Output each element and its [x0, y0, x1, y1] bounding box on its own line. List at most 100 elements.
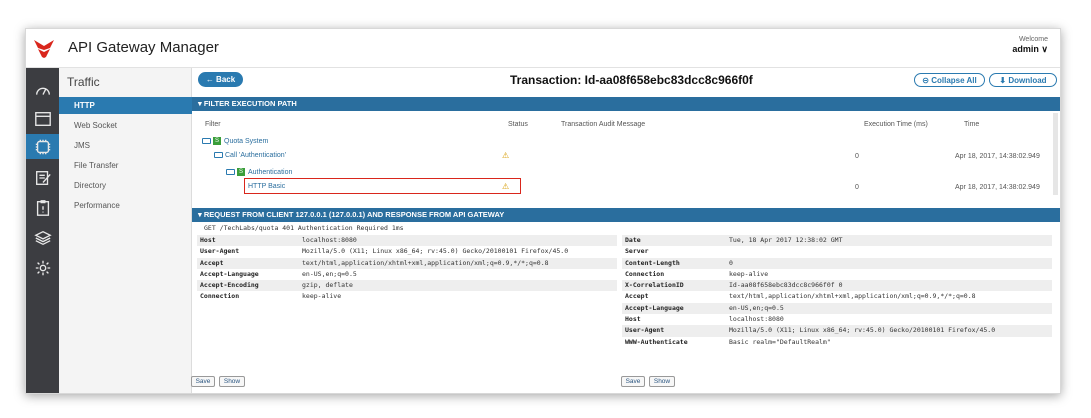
- header-key: User-Agent: [200, 247, 240, 256]
- table-row: Connection keep-alive: [622, 269, 1052, 280]
- folder-icon: [214, 152, 223, 159]
- user-menu[interactable]: admin ∨: [1012, 44, 1048, 55]
- header-value: localhost:8080: [729, 315, 784, 324]
- filter-scrollbar[interactable]: [1053, 113, 1058, 195]
- brand-logo-icon: [34, 40, 54, 58]
- window-icon[interactable]: [30, 106, 55, 131]
- header-value: keep-alive: [302, 292, 342, 301]
- table-row: Date Tue, 18 Apr 2017 12:38:02 GMT: [622, 235, 1052, 247]
- app-window: API Gateway Manager Welcome admin ∨ Traf…: [25, 28, 1061, 394]
- col-exec-time: Execution Time (ms): [864, 121, 928, 128]
- header-value: text/html,application/xhtml+xml,applicat…: [729, 292, 976, 301]
- table-row: Host localhost:8080: [197, 235, 617, 247]
- table-row: Connection keep-alive: [197, 291, 617, 302]
- header-key: Date: [625, 236, 641, 244]
- folder-icon: [202, 138, 211, 144]
- filter-icon: S: [213, 137, 221, 145]
- subnav-item-file-transfer[interactable]: File Transfer: [59, 157, 192, 174]
- tree-row-label: Quota System: [224, 137, 269, 145]
- table-row: Accept-Language en-US,en;q=0.5: [622, 302, 1052, 315]
- col-status: Status: [508, 121, 528, 128]
- request-response-header[interactable]: ▾ REQUEST FROM CLIENT 127.0.0.1 (127.0.0…: [192, 208, 1060, 222]
- dashboard-icon[interactable]: [30, 78, 55, 103]
- icon-sidebar: [26, 68, 59, 393]
- table-row: Content-Length 0: [622, 257, 1052, 269]
- header-value: gzip, deflate: [302, 281, 353, 290]
- table-row: X-CorrelationID Id-aa08f658ebc83dcc8c966f…: [622, 280, 1052, 292]
- col-time: Time: [964, 121, 980, 128]
- response-headers-table: Date Tue, 18 Apr 2017 12:38:02 GMT Server…: [622, 235, 1052, 348]
- filter-execution-header[interactable]: ▾ FILTER EXECUTION PATH: [192, 97, 1060, 111]
- header-key: X-CorrelationID: [625, 281, 684, 290]
- table-row: Host localhost:8080: [622, 314, 1052, 325]
- subnav-item-http[interactable]: HTTP: [59, 97, 192, 114]
- header-value: text/html,application/xhtml+xml,applicat…: [302, 258, 549, 267]
- collapse-all-button[interactable]: ⊝ Collapse All: [914, 73, 985, 87]
- table-row: WWW-Authenticate Basic realm="DefaultReal…: [622, 337, 1052, 348]
- edit-icon[interactable]: [30, 165, 55, 190]
- header-key: Host: [625, 315, 641, 324]
- header-value: Mozilla/5.0 (X11; Linux x86_64; rv:45.0)…: [302, 247, 569, 256]
- header-value: Mozilla/5.0 (X11; Linux x86_64; rv:45.0)…: [729, 326, 996, 335]
- header-key: Accept: [200, 258, 224, 267]
- top-bar: API Gateway Manager Welcome admin ∨: [26, 29, 1060, 68]
- exec-time-cell: 0: [855, 184, 859, 191]
- back-button[interactable]: ← Back: [198, 72, 243, 87]
- header-value: 0: [729, 258, 733, 267]
- tree-row-call-authentication[interactable]: Call 'Authentication': [214, 152, 286, 159]
- request-save-button[interactable]: Save: [191, 376, 215, 387]
- time-cell: Apr 18, 2017, 14:38:02.949: [955, 153, 1040, 160]
- header-key: Connection: [200, 292, 240, 301]
- time-cell: Apr 18, 2017, 14:38:02.949: [955, 184, 1040, 191]
- header-key: WWW-Authenticate: [625, 337, 688, 346]
- traffic-subnav: Traffic HTTP Web Socket JMS File Transfe…: [59, 68, 192, 393]
- tree-row-label: Call 'Authentication': [225, 152, 287, 159]
- table-row: Accept text/html,application/xhtml+xml,ap…: [622, 291, 1052, 302]
- main-content: ← Back Transaction: Id-aa08f658ebc83dcc8…: [191, 68, 1060, 393]
- col-audit-message: Transaction Audit Message: [561, 121, 646, 128]
- tree-row-quota-system[interactable]: S Quota System: [202, 137, 268, 145]
- transaction-title: Transaction: Id-aa08f658ebc83dcc8c966f0f: [510, 73, 753, 87]
- tree-row-authentication[interactable]: S Authentication: [226, 168, 292, 176]
- header-value: Id-aa08f658ebc83dcc8c966f0f 0: [729, 281, 843, 290]
- header-key: Accept-Encoding: [200, 281, 259, 290]
- header-key: Host: [200, 236, 216, 244]
- tree-row-label: Authentication: [248, 168, 293, 176]
- header-value: Basic realm="DefaultRealm": [729, 337, 831, 346]
- header-key: Content-Length: [625, 258, 680, 267]
- subnav-item-websocket[interactable]: Web Socket: [59, 117, 192, 134]
- filter-icon: S: [237, 168, 245, 176]
- table-row: Accept text/html,application/xhtml+xml,ap…: [197, 257, 617, 269]
- table-row: Server: [622, 246, 1052, 257]
- network-icon[interactable]: [26, 134, 59, 159]
- header-key: Accept: [625, 292, 649, 301]
- header-key: Accept-Language: [625, 303, 684, 312]
- table-row: Accept-Language en-US,en;q=0.5: [197, 269, 617, 280]
- header-key: Server: [625, 247, 649, 256]
- table-row: User-Agent Mozilla/5.0 (X11; Linux x86_64…: [197, 246, 617, 257]
- highlight-box: [244, 178, 521, 194]
- header-value: en-US,en;q=0.5: [302, 269, 357, 278]
- gear-icon[interactable]: [30, 255, 55, 280]
- folder-icon: [226, 169, 235, 175]
- header-value: Tue, 18 Apr 2017 12:38:02 GMT: [729, 236, 843, 244]
- header-key: Connection: [625, 269, 665, 278]
- subnav-item-directory[interactable]: Directory: [59, 177, 192, 194]
- subnav-item-jms[interactable]: JMS: [59, 137, 192, 154]
- subnav-item-performance[interactable]: Performance: [59, 197, 192, 214]
- clipboard-icon[interactable]: [30, 195, 55, 220]
- welcome-label: Welcome: [1018, 36, 1048, 43]
- header-key: User-Agent: [625, 326, 665, 335]
- table-row: User-Agent Mozilla/5.0 (X11; Linux x86_64…: [622, 325, 1052, 337]
- request-show-button[interactable]: Show: [219, 376, 245, 387]
- request-line: GET /TechLabs/quota 401 Authentication R…: [204, 224, 404, 232]
- exec-time-cell: 0: [855, 153, 859, 160]
- header-value: en-US,en;q=0.5: [729, 303, 784, 312]
- response-save-button[interactable]: Save: [621, 376, 645, 387]
- header-value: keep-alive: [729, 269, 769, 278]
- download-button[interactable]: ⬇ Download: [989, 73, 1057, 87]
- col-filter: Filter: [205, 121, 221, 128]
- layers-icon[interactable]: [30, 225, 55, 250]
- response-show-button[interactable]: Show: [649, 376, 675, 387]
- header-key: Accept-Language: [200, 269, 259, 278]
